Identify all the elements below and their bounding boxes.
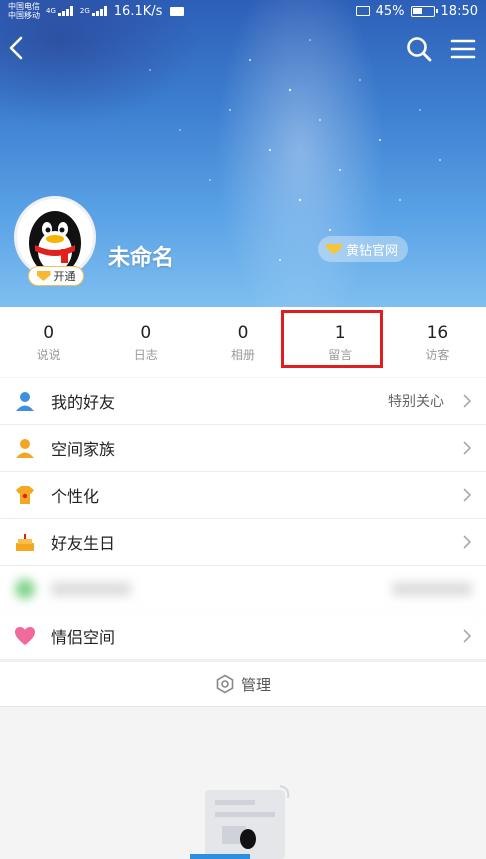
video-icon [170,6,185,16]
menu-list: 我的好友 特别关心 空间家族 个性化 好友生日 情侣空间 [0,378,486,660]
chevron-right-icon [463,629,472,643]
carrier-2: 中国移动 [8,11,40,20]
back-button[interactable] [4,32,32,64]
stat-value: 0 [237,322,249,343]
stat-blog[interactable]: 0 日志 [97,307,194,377]
battery-percent: 45% [375,3,405,19]
search-icon [407,37,432,62]
chevron-right-icon [463,441,472,455]
menu-item-friend-birthday[interactable]: 好友生日 [0,519,486,566]
blurred-label [51,582,131,596]
empty-feed-illustration [205,785,290,859]
open-yellow-diamond-badge[interactable]: 开通 [28,266,84,286]
yellow-diamond-label: 黄钻官网 [346,243,399,259]
stat-shuoshuo[interactable]: 0 说说 [0,307,97,377]
yellow-diamond-link[interactable]: 黄钻官网 [318,236,409,262]
menu-item-label: 个性化 [51,487,100,506]
personalize-icon [12,482,38,508]
menu-item-label: 我的好友 [51,393,116,412]
menu-icon [450,39,476,59]
stat-visitors[interactable]: 16 访客 [389,307,486,377]
diamond-icon [36,271,51,281]
network-speed: 16.1K/s [113,3,163,19]
manage-label: 管理 [240,675,271,694]
network-type-1: 4G [46,7,56,15]
tab-indicator [190,854,250,859]
stats-bar: 0 说说 0 日志 0 相册 1 留言 16 访客 [0,307,486,377]
menu-item-blurred[interactable] [0,566,486,613]
diamond-icon [326,243,342,255]
stat-label: 留言 [328,347,353,362]
back-icon [9,36,23,60]
menu-item-label: 情侣空间 [51,628,116,647]
signal-icon-2 [91,6,110,16]
signal-icon [57,6,76,16]
menu-item-couple-space[interactable]: 情侣空间 [0,613,486,660]
stat-value: 1 [334,322,346,343]
heart-icon [12,623,38,649]
menu-item-personalize[interactable]: 个性化 [0,472,486,519]
menu-button[interactable] [448,34,478,64]
menu-item-label: 好友生日 [51,534,116,553]
open-badge-label: 开通 [53,270,76,283]
username: 未命名 [108,246,175,271]
manage-button[interactable]: 管理 [0,661,486,707]
chevron-right-icon [463,535,472,549]
carrier-1: 中国电信 [8,2,40,11]
special-care-label: 特别关心 [388,394,444,410]
hexagon-settings-icon [216,674,234,694]
network-type-2: 2G [79,7,90,15]
search-button[interactable] [404,34,434,64]
blurred-icon [12,576,38,602]
blurred-extra [392,582,472,596]
stat-value: 16 [426,322,449,343]
stat-label: 说说 [36,347,61,362]
chevron-right-icon [463,394,472,408]
carrier-names: 中国电信 中国移动 [8,2,40,20]
status-bar: 中国电信 中国移动 4G 2G 16.1K/s 45% 18:50 [0,0,486,22]
chevron-right-icon [463,488,472,502]
cast-icon [355,6,370,16]
battery-icon [410,5,438,17]
stat-label: 相册 [231,347,256,362]
family-icon [12,435,38,461]
stat-album[interactable]: 0 相册 [194,307,291,377]
stat-value: 0 [43,322,55,343]
birthday-cake-icon [12,529,38,555]
menu-item-space-family[interactable]: 空间家族 [0,425,486,472]
status-right: 45% 18:50 [355,3,478,19]
menu-item-label: 空间家族 [51,440,116,459]
friend-icon [12,388,38,414]
stat-value: 0 [140,322,152,343]
stat-label: 日志 [133,347,158,362]
menu-item-my-friends[interactable]: 我的好友 特别关心 [0,378,486,425]
stat-messages[interactable]: 1 留言 [292,307,389,377]
penguin-avatar-icon [29,211,81,275]
clock: 18:50 [440,3,478,19]
stat-label: 访客 [425,347,450,362]
profile-header: 中国电信 中国移动 4G 2G 16.1K/s 45% 18:50 开通 未命名… [0,0,486,307]
